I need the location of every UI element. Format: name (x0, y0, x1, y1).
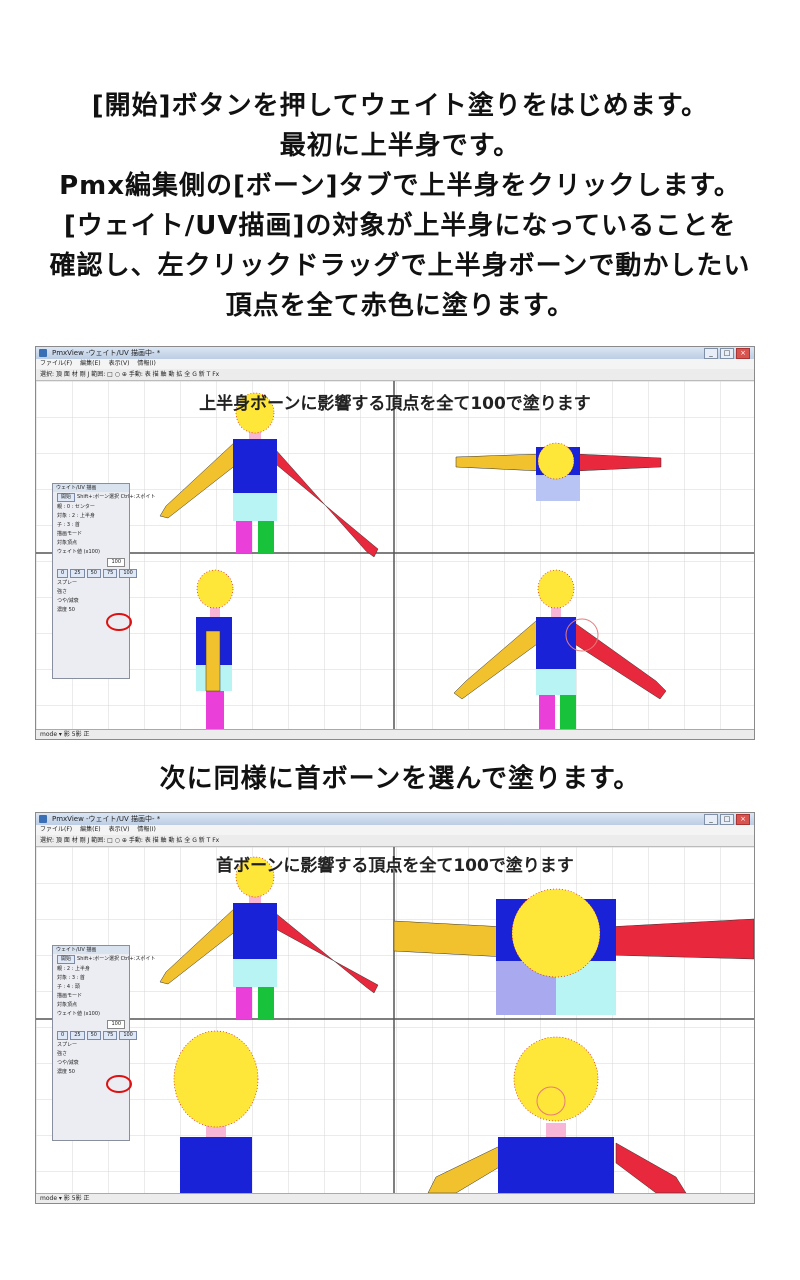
panel-hint: Shift+:ボーン選択 Ctrl+:スポイト (77, 494, 156, 500)
preset-50[interactable]: 50 (86, 569, 101, 578)
window-title: PmxView -ウェイト/UV 描画中- * (52, 349, 161, 357)
panel-title: ウェイト/UV 描画 (53, 484, 129, 492)
weight-value-input[interactable]: 100 (107, 1020, 125, 1029)
toolbar[interactable]: 選択: 頂 面 材 剛 J 範囲: □ ○ ⊕ 手動: 表 描 軸 動 拡 全 … (36, 835, 754, 847)
status-bar: mode ▾ 影 5影 正 (36, 729, 754, 739)
menu-view[interactable]: 表示(V) (109, 359, 130, 369)
child-bone[interactable]: 子 : 3 : 首 (53, 521, 129, 530)
parent-bone: 親 : 0 : センター (57, 504, 95, 510)
start-button[interactable]: 開始 (57, 493, 76, 502)
model-side-bottom-left (173, 1030, 259, 1193)
close-button[interactable]: × (736, 814, 750, 825)
instruction-overlay: 首ボーンに影響する頂点を全て100で塗ります (216, 856, 574, 876)
weight-uv-panel: ウェイト/UV 描画 開始 Shift+:ボーン選択 Ctrl+:スポイト 親 :… (52, 483, 155, 679)
intro-line: 最初に上半身です。 (279, 131, 521, 161)
preset-75[interactable]: 75 (102, 569, 118, 578)
weight-uv-panel: ウェイト/UV 描画 開始 Shift+:ボーン選択 Ctrl+:スポイト 親 :… (52, 945, 155, 1141)
options-label: つや/減衰 (57, 598, 79, 604)
instruction-overlay: 上半身ボーンに影響する頂点を全て100で塗ります (199, 394, 591, 414)
maximize-button[interactable]: □ (720, 348, 734, 359)
menu-edit[interactable]: 編集(E) (80, 825, 100, 835)
target-vertex-label: 対象頂点 (57, 540, 78, 546)
preset-50[interactable]: 50 (86, 1031, 101, 1040)
window-title: PmxView -ウェイト/UV 描画中- * (52, 815, 161, 823)
status-bar: mode ▾ 影 5影 正 (36, 1193, 754, 1203)
start-button[interactable]: 開始 (57, 955, 76, 964)
weight-label: ウェイト値 (x100) (57, 1011, 100, 1017)
intro-line: [開始]ボタンを押してウェイト塗りをはじめます。 (91, 91, 709, 121)
viewport-canvas[interactable] (36, 381, 754, 729)
panel-title: ウェイト/UV 描画 (53, 946, 129, 954)
panel-hint: Shift+:ボーン選択 Ctrl+:スポイト (77, 956, 156, 962)
menu-bar: ファイル(F) 編集(E) 表示(V) 情報(I) (36, 825, 754, 835)
menu-info[interactable]: 情報(I) (137, 825, 155, 835)
close-button[interactable]: × (736, 348, 750, 359)
preset-75[interactable]: 75 (102, 1031, 118, 1040)
preset-100[interactable]: 100 (119, 569, 137, 578)
intro-line: [ウェイト/UV描画]の対象が上半身になっていることを (63, 211, 737, 241)
draw-mode-label: 描画モード (57, 531, 83, 537)
highlight-circle (106, 1075, 132, 1093)
strength-slider[interactable]: 強さ (53, 588, 129, 597)
minimize-button[interactable]: _ (704, 348, 718, 359)
maximize-button[interactable]: □ (720, 814, 734, 825)
minimize-button[interactable]: _ (704, 814, 718, 825)
pmxview-window-neck: PmxView -ウェイト/UV 描画中- * _ □ × ファイル(F) 編集… (35, 812, 755, 1204)
viewport-3d[interactable]: 上半身ボーンに影響する頂点を全て100で塗ります ウェイト/UV 描画 開始 Sh… (36, 381, 754, 729)
options-label: つや/減衰 (57, 1060, 79, 1066)
preset-25[interactable]: 25 (70, 1031, 85, 1040)
target-bone: 対象 : 3 : 首 (57, 975, 85, 981)
target-vertex-label: 対象頂点 (57, 1002, 78, 1008)
weight-label: ウェイト値 (x100) (57, 549, 100, 555)
preset-0[interactable]: 0 (57, 569, 69, 578)
intro-line: 頂点を全て赤色に塗ります。 (225, 291, 575, 321)
menu-edit[interactable]: 編集(E) (80, 359, 100, 369)
strength-slider[interactable]: 強さ (53, 1050, 129, 1059)
menu-info[interactable]: 情報(I) (137, 359, 155, 369)
pmxview-window-upper-body: PmxView -ウェイト/UV 描画中- * _ □ × ファイル(F) 編集… (35, 346, 755, 740)
preset-0[interactable]: 0 (57, 1031, 69, 1040)
spray-label: スプレー (57, 580, 78, 586)
weight-value-input[interactable]: 100 (107, 558, 125, 567)
caption-neck: 次に同様に首ボーンを選んで塗ります。 (159, 764, 641, 794)
app-icon (39, 815, 47, 823)
app-icon (39, 349, 47, 357)
menu-file[interactable]: ファイル(F) (40, 825, 72, 835)
highlight-circle (106, 613, 132, 631)
preset-25[interactable]: 25 (70, 569, 85, 578)
menu-view[interactable]: 表示(V) (109, 825, 130, 835)
child-bone[interactable]: 子 : 4 : 頭 (53, 983, 129, 992)
draw-mode-label: 描画モード (57, 993, 83, 999)
title-bar: PmxView -ウェイト/UV 描画中- * _ □ × (36, 347, 754, 359)
viewport-3d[interactable]: 首ボーンに影響する頂点を全て100で塗ります ウェイト/UV 描画 開始 Shif… (36, 847, 754, 1194)
intro-text: [開始]ボタンを押してウェイト塗りをはじめます。 最初に上半身です。 Pmx編集… (0, 86, 800, 326)
parent-bone: 親 : 2 : 上半身 (57, 966, 90, 972)
title-bar: PmxView -ウェイト/UV 描画中- * _ □ × (36, 813, 754, 825)
preset-100[interactable]: 100 (119, 1031, 137, 1040)
target-bone: 対象 : 2 : 上半身 (57, 513, 95, 519)
viewport-canvas[interactable] (36, 847, 754, 1194)
menu-bar: ファイル(F) 編集(E) 表示(V) 情報(I) (36, 359, 754, 369)
intro-line: 確認し、左クリックドラッグで上半身ボーンで動かしたい (49, 251, 751, 281)
intro-line: Pmx編集側の[ボーン]タブで上半身をクリックします。 (59, 171, 741, 201)
menu-file[interactable]: ファイル(F) (40, 359, 72, 369)
spray-label: スプレー (57, 1042, 78, 1048)
toolbar[interactable]: 選択: 頂 面 材 剛 J 範囲: □ ○ ⊕ 手動: 表 描 軸 動 拡 全 … (36, 369, 754, 381)
